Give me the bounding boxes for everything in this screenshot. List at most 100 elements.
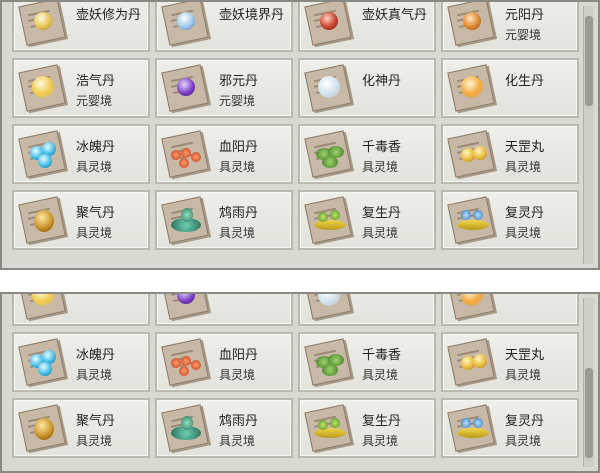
scrollbar-thumb-bottom[interactable] <box>585 368 593 458</box>
pill-blue-gold-icon <box>457 220 489 230</box>
pill-card[interactable]: 冰魄丹 具灵境 <box>12 332 150 392</box>
pill-row: 冰魄丹 具灵境 血阳丹 具灵境 千毒香 具灵境 天罡丸 具灵境 <box>12 124 579 184</box>
pill-gold-glow-icon <box>32 76 54 98</box>
pill-card[interactable]: 千毒香 具灵境 <box>298 124 436 184</box>
pill-yellow-green-icon <box>314 220 346 230</box>
scrollbar-thumb-top[interactable] <box>585 16 593 106</box>
pill-blue-gold-icon <box>461 210 471 220</box>
recipe-scroll-icon <box>304 2 354 46</box>
pill-card[interactable]: 邪元丹 元婴境 <box>155 58 293 118</box>
recipe-scroll-icon <box>161 404 211 452</box>
pill-blue-gold-icon <box>473 418 483 428</box>
pill-realm: 具灵境 <box>362 160 399 174</box>
pill-realm: 元婴境 <box>505 28 542 42</box>
pill-grid-top: 壶妖修为丹 壶妖境界丹 壶妖真气丹 元阳丹 元婴境 浩气丹 元婴境 邪元丹 元婴境 化神丹 化生丹冰… <box>12 2 579 256</box>
recipe-scroll-icon <box>18 64 68 112</box>
pill-name: 千毒香 <box>362 348 402 363</box>
pill-blue-gold-icon <box>457 428 489 438</box>
pill-card[interactable]: 复生丹 具灵境 <box>298 398 436 458</box>
pill-card[interactable]: 复灵丹 具灵境 <box>441 398 579 458</box>
pill-name: 千毒香 <box>362 140 402 155</box>
pill-realm: 元婴境 <box>76 94 113 108</box>
pill-card[interactable]: 天罡丸 具灵境 <box>441 124 579 184</box>
pill-row: 浩气丹 元婴境 邪元丹 元婴境 化神丹 化生丹 <box>12 58 579 118</box>
pill-name: 聚气丹 <box>76 414 116 429</box>
pill-row: 壶妖修为丹 壶妖境界丹 壶妖真气丹 元阳丹 元婴境 <box>12 2 579 52</box>
pill-gold-jar-icon <box>34 210 54 232</box>
pill-realm: 具灵境 <box>76 226 113 240</box>
pill-list-panel-top: 壶妖修为丹 壶妖境界丹 壶妖真气丹 元阳丹 元婴境 浩气丹 元婴境 邪元丹 元婴境 化神丹 化生丹冰… <box>0 0 600 270</box>
pill-name: 化神丹 <box>362 74 402 89</box>
pill-grid-bottom: 冰魄丹 具灵境 血阳丹 具灵境 千毒香 具灵境 天罡丸 具灵境 聚气丹 具灵境 鸩雨丹 具灵境 复生丹具… <box>12 294 579 464</box>
pill-card[interactable]: 化生丹 <box>441 58 579 118</box>
recipe-scroll-icon <box>161 130 211 178</box>
pill-card[interactable]: 鸩雨丹 具灵境 <box>155 190 293 250</box>
recipe-scroll-icon <box>161 338 211 386</box>
scrollbar-bottom[interactable] <box>583 298 594 467</box>
pill-realm: 具灵境 <box>76 434 113 448</box>
pill-realm: 具灵境 <box>219 434 256 448</box>
pill-card[interactable]: 天罡丸 具灵境 <box>441 332 579 392</box>
recipe-scroll-icon <box>447 64 497 112</box>
pill-ice-icon <box>38 154 52 168</box>
pill-realm: 具灵境 <box>219 368 256 382</box>
pill-yellow-green-icon <box>330 210 340 220</box>
pill-gold-pair-icon <box>473 354 487 368</box>
pill-card[interactable]: 鸩雨丹 具灵境 <box>155 398 293 458</box>
pill-name: 壶妖真气丹 <box>362 8 428 23</box>
pill-card[interactable]: 元阳丹 元婴境 <box>441 2 579 52</box>
pill-card[interactable]: 壶妖真气丹 <box>298 2 436 52</box>
pill-name: 血阳丹 <box>219 348 259 363</box>
pill-name: 天罡丸 <box>505 140 545 155</box>
pill-gold-pair-icon <box>473 146 487 160</box>
pill-name: 元阳丹 <box>505 8 545 23</box>
pill-name: 复生丹 <box>362 414 402 429</box>
pill-card[interactable] <box>298 294 436 326</box>
pill-name: 聚气丹 <box>76 206 116 221</box>
pill-card[interactable]: 化神丹 <box>298 58 436 118</box>
recipe-scroll-icon <box>304 404 354 452</box>
pill-red-icon <box>320 12 338 30</box>
pill-card[interactable]: 血阳丹 具灵境 <box>155 332 293 392</box>
recipe-scroll-icon <box>304 294 354 320</box>
pill-name: 壶妖境界丹 <box>219 8 285 23</box>
pill-card[interactable]: 壶妖境界丹 <box>155 2 293 52</box>
recipe-scroll-icon <box>161 196 211 244</box>
pill-name: 鸩雨丹 <box>219 206 259 221</box>
pill-yellow-green-icon <box>318 420 328 430</box>
pill-name: 冰魄丹 <box>76 348 116 363</box>
pill-red-cluster-icon <box>191 152 201 162</box>
pill-name: 浩气丹 <box>76 74 116 89</box>
pill-card[interactable]: 复生丹 具灵境 <box>298 190 436 250</box>
pill-card[interactable]: 复灵丹 具灵境 <box>441 190 579 250</box>
pill-name: 血阳丹 <box>219 140 259 155</box>
pill-ice-icon <box>38 362 52 376</box>
pill-card[interactable]: 壶妖修为丹 <box>12 2 150 52</box>
pill-name: 复生丹 <box>362 206 402 221</box>
pill-card[interactable]: 聚气丹 具灵境 <box>12 398 150 458</box>
pill-green-herb-icon <box>322 156 338 168</box>
pill-gold-jar-icon <box>34 418 54 440</box>
pill-realm: 具灵境 <box>362 368 399 382</box>
scrollbar-top[interactable] <box>583 6 594 264</box>
pill-card[interactable]: 聚气丹 具灵境 <box>12 190 150 250</box>
recipe-scroll-icon <box>447 338 497 386</box>
recipe-scroll-icon <box>18 404 68 452</box>
recipe-scroll-icon <box>447 130 497 178</box>
recipe-scroll-icon <box>304 64 354 112</box>
pill-row: 冰魄丹 具灵境 血阳丹 具灵境 千毒香 具灵境 天罡丸 具灵境 <box>12 332 579 392</box>
pill-card[interactable]: 冰魄丹 具灵境 <box>12 124 150 184</box>
pill-card[interactable] <box>155 294 293 326</box>
recipe-scroll-icon <box>18 338 68 386</box>
pill-gold-white-icon <box>34 12 52 30</box>
pill-card[interactable]: 浩气丹 元婴境 <box>12 58 150 118</box>
pill-blue-gold-icon <box>461 418 471 428</box>
pill-blue-gold-icon <box>473 210 483 220</box>
pill-row: 聚气丹 具灵境 鸩雨丹 具灵境 复生丹 具灵境 复灵丹 具灵境 <box>12 190 579 250</box>
pill-card[interactable] <box>441 294 579 326</box>
pill-card[interactable]: 千毒香 具灵境 <box>298 332 436 392</box>
pill-card[interactable] <box>12 294 150 326</box>
pill-row: 聚气丹 具灵境 鸩雨丹 具灵境 复生丹 具灵境 复灵丹 具灵境 <box>12 398 579 458</box>
recipe-scroll-icon <box>18 196 68 244</box>
pill-card[interactable]: 血阳丹 具灵境 <box>155 124 293 184</box>
